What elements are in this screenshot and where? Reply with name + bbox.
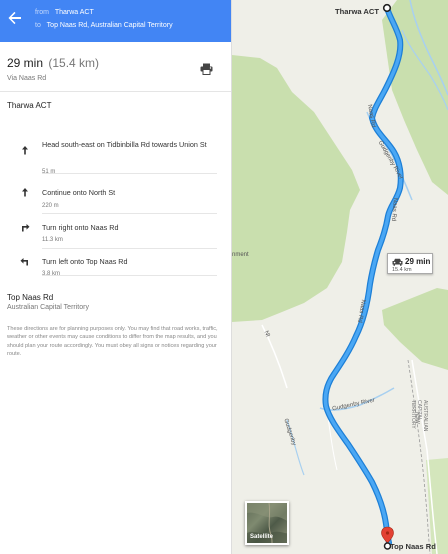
step-instruction: Turn left onto Top Naas Rd bbox=[42, 257, 128, 266]
destination-pin-icon bbox=[381, 526, 394, 544]
step-divider bbox=[42, 248, 217, 249]
state-label: NSW bbox=[414, 412, 420, 424]
destination-region: Australian Capital Territory bbox=[7, 304, 89, 311]
callout-distance: 15.4 km bbox=[392, 267, 412, 273]
car-icon bbox=[392, 258, 403, 266]
route-outline bbox=[322, 5, 404, 546]
directions-header: from Tharwa ACT to Top Naas Rd, Australi… bbox=[0, 0, 231, 42]
park-area bbox=[382, 288, 448, 370]
step-instruction: Head south-east on Tidbinbilla Rd toward… bbox=[42, 140, 207, 149]
step-distance: 3.8 km bbox=[42, 271, 61, 277]
to-value[interactable]: Top Naas Rd, Australian Capital Territor… bbox=[47, 22, 173, 29]
step-instruction: Turn right onto Naas Rd bbox=[42, 223, 119, 232]
turn-right-icon bbox=[22, 224, 30, 232]
origin-marker bbox=[382, 3, 392, 13]
map-origin-label: Tharwa ACT bbox=[335, 7, 380, 16]
minor-road bbox=[411, 359, 438, 554]
arrow-left-icon[interactable] bbox=[6, 9, 24, 27]
step-distance: 51 m bbox=[42, 169, 56, 175]
arrow-up-icon bbox=[22, 146, 28, 155]
destination-name: Top Naas Rd bbox=[7, 293, 54, 302]
directions-panel: from Tharwa ACT to Top Naas Rd, Australi… bbox=[0, 0, 232, 554]
step-distance: 11.3 km bbox=[42, 237, 63, 243]
map-canvas[interactable] bbox=[232, 0, 448, 554]
callout-time: 29 min bbox=[405, 257, 431, 266]
route-summary: 29 min (15.4 km) Via Naas Rd bbox=[0, 42, 231, 92]
step-divider bbox=[42, 173, 217, 174]
from-label: from bbox=[35, 9, 49, 16]
origin-name: Tharwa ACT bbox=[7, 101, 52, 110]
from-value[interactable]: Tharwa ACT bbox=[55, 9, 94, 16]
disclaimer-text: These directions are for planning purpos… bbox=[7, 326, 218, 358]
turn-left-icon bbox=[20, 258, 28, 266]
step-distance: 220 m bbox=[42, 203, 59, 209]
step-divider bbox=[42, 213, 217, 214]
step-divider bbox=[42, 275, 217, 276]
satellite-toggle-button[interactable]: Satellite bbox=[245, 501, 289, 545]
to-field[interactable]: to Top Naas Rd, Australian Capital Terri… bbox=[35, 22, 173, 29]
route-via: Via Naas Rd bbox=[7, 75, 47, 82]
step-instruction: Continue onto North St bbox=[42, 188, 116, 197]
route-distance: (15.4 km) bbox=[48, 56, 100, 70]
satellite-label: Satellite bbox=[250, 534, 274, 540]
territory-border bbox=[407, 359, 431, 554]
printer-icon[interactable] bbox=[200, 63, 213, 75]
from-field[interactable]: from Tharwa ACT bbox=[35, 9, 94, 16]
route-time-line: 29 min (15.4 km) bbox=[7, 56, 99, 70]
to-label: to bbox=[35, 22, 41, 29]
route-time: 29 min bbox=[7, 56, 44, 70]
area-label: nment bbox=[232, 252, 249, 258]
route-duration-callout[interactable]: 29 min 15.4 km bbox=[387, 253, 433, 274]
arrow-up-icon bbox=[22, 188, 28, 197]
map-view[interactable]: Tharwa ACT Top Naas Rd Gudgenby River Gu… bbox=[232, 0, 448, 554]
park-area bbox=[232, 55, 360, 322]
map-destination-label: Top Naas Rd bbox=[390, 542, 436, 551]
